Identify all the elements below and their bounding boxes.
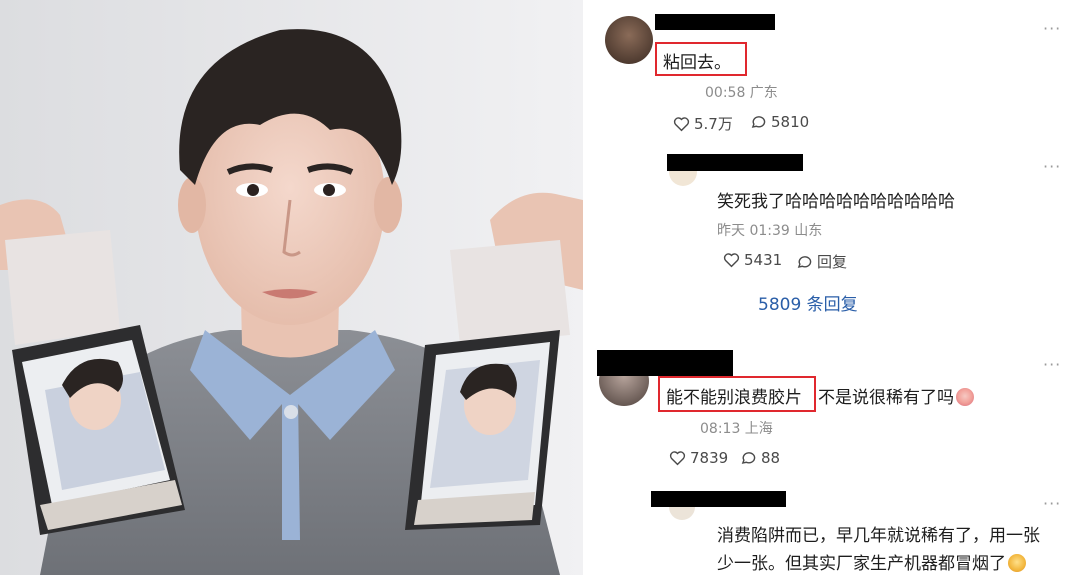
like-count: 5431 [744,251,783,269]
comment-icon [797,255,812,268]
comment-text-line1: 消费陷阱而已，早几年就说稀有了，用一张 [717,526,1040,546]
comment-text-line2: 少一张。但其实厂家生产机器都冒烟了 [717,549,1026,574]
comment-meta: 昨天 01:39 山东 [717,223,823,239]
view-replies-link[interactable]: 5809 条回复 [758,290,858,315]
more-options-icon[interactable]: ··· [1043,496,1061,512]
comment-avatar[interactable] [605,16,653,64]
emoji-icon [1008,554,1026,572]
comment-icon [751,116,766,128]
comments-panel: ··· 粘回去。 00:58 广东 5.7万 5810 ··· 笑死我了哈哈哈哈… [583,0,1080,575]
heart-icon [669,451,686,466]
username-redacted [655,14,775,30]
username-redacted [667,154,803,171]
username-redacted [597,350,733,376]
like-count: 5.7万 [694,115,733,133]
like-button[interactable]: 5.7万 [673,113,733,134]
like-button[interactable]: 5431 [723,251,782,269]
username-redacted [651,491,786,507]
emoji-icon [956,388,974,406]
reply-button[interactable]: 88 [740,449,780,467]
post-photo[interactable] [0,0,583,575]
comment-meta: 08:13 上海 [700,421,773,437]
heart-icon [723,253,740,268]
comment-text: 笑死我了哈哈哈哈哈哈哈哈哈哈 [717,192,955,212]
like-button[interactable]: 7839 [669,449,728,467]
more-options-icon[interactable]: ··· [1043,159,1061,175]
reply-count: 88 [761,449,781,467]
heart-icon [673,116,690,131]
more-options-icon[interactable]: ··· [1043,357,1061,373]
more-options-icon[interactable]: ··· [1043,21,1061,37]
comment-icon [741,452,756,464]
comment-meta: 00:58 广东 [705,85,778,101]
reply-count: 5810 [771,113,810,131]
comment-text: 粘回去。 [663,53,731,73]
comment-text-highlight: 能不能别浪费胶片 [666,388,802,408]
comment-text-rest: 不是说很稀有了吗 [818,388,954,408]
reply-button[interactable]: 回复 [796,251,847,272]
reply-label: 回复 [817,253,848,271]
photo-illustration [0,0,583,575]
reply-button[interactable]: 5810 [750,113,809,131]
comment-text-line2-text: 少一张。但其实厂家生产机器都冒烟了 [717,554,1006,574]
like-count: 7839 [690,449,729,467]
comment-text: 能不能别浪费胶片 不是说很稀有了吗 [666,383,974,408]
